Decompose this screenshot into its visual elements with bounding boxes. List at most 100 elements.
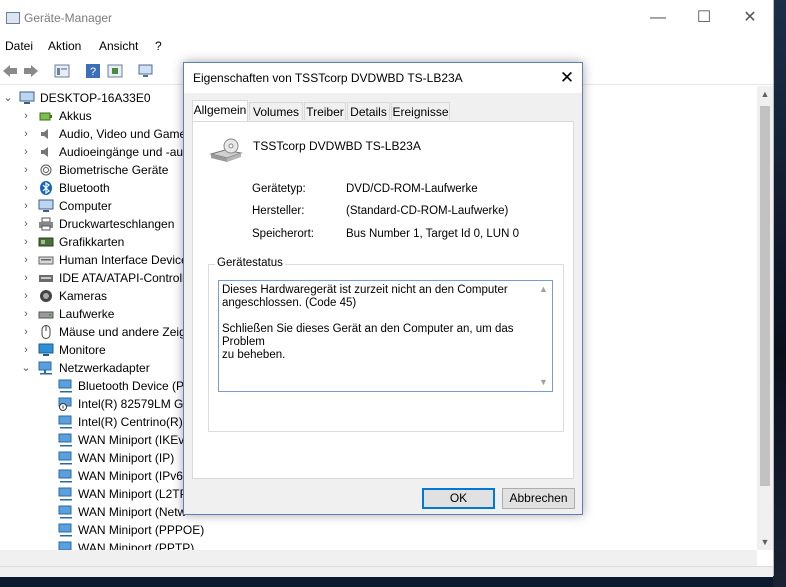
network-adapter-icon: [58, 469, 72, 483]
device-manager-icon: [6, 12, 20, 24]
status-bar: [0, 566, 773, 577]
tab-ereignisse[interactable]: Ereignisse: [391, 102, 450, 120]
scroll-up-icon[interactable]: ▲: [757, 86, 773, 102]
display-adapter-icon: [38, 237, 54, 247]
tree-child-label: WAN Miniport (IPv6: [78, 469, 183, 483]
tab-volumes[interactable]: Volumes: [249, 102, 303, 120]
device-status-group: Gerätestatus Dieses Hardwaregerät ist zu…: [208, 257, 564, 432]
mouse-icon: [41, 325, 51, 339]
chevron-right-icon[interactable]: ›: [21, 287, 31, 305]
tree-child-label: Intel(R) Centrino(R) A: [78, 415, 194, 429]
tree-item-label: Bluetooth: [59, 181, 110, 195]
tab-details[interactable]: Details: [347, 102, 390, 120]
chevron-right-icon[interactable]: ›: [21, 233, 31, 251]
tree-item-label: Akkus: [59, 109, 92, 123]
menu-datei[interactable]: Datei: [5, 39, 33, 53]
device-status-textbox[interactable]: Dieses Hardwaregerät ist zurzeit nicht a…: [218, 280, 553, 392]
tree-item-label: Computer: [59, 199, 112, 213]
update-driver-icon[interactable]: [106, 62, 124, 80]
computer-icon: [19, 91, 35, 104]
fingerprint-icon: [40, 164, 52, 176]
manufacturer-value: (Standard-CD-ROM-Laufwerke): [346, 205, 509, 217]
chevron-right-icon[interactable]: ›: [21, 269, 31, 287]
chevron-right-icon[interactable]: ›: [21, 125, 31, 143]
tree-item-label: Audioeingänge und -au: [59, 145, 184, 159]
network-adapter-disabled-icon: [58, 397, 72, 411]
tree-item-label: Mäuse und andere Zeig: [59, 325, 186, 339]
scroll-down-icon[interactable]: ▼: [539, 377, 548, 387]
tree-item-label: Kameras: [59, 289, 108, 303]
close-button[interactable]: ✕: [727, 0, 773, 36]
bluetooth-icon: [40, 181, 52, 195]
menu-aktion[interactable]: Aktion: [48, 39, 81, 53]
chevron-down-icon[interactable]: ⌄: [3, 89, 13, 107]
network-adapter-icon: [58, 487, 72, 501]
chevron-right-icon[interactable]: ›: [21, 323, 31, 341]
chevron-right-icon[interactable]: ›: [21, 341, 31, 359]
scroll-up-icon[interactable]: ▲: [539, 284, 548, 294]
chevron-right-icon[interactable]: ›: [21, 215, 31, 233]
device-status-text: Dieses Hardwaregerät ist zurzeit nicht a…: [222, 284, 514, 361]
minimize-button[interactable]: —: [635, 0, 681, 36]
network-adapter-icon: [58, 523, 72, 537]
scan-hardware-icon[interactable]: [137, 62, 155, 80]
manufacturer-label: Hersteller:: [252, 205, 305, 217]
computer-icon: [38, 199, 54, 212]
tab-treiber[interactable]: Treiber: [304, 102, 346, 120]
horizontal-scrollbar[interactable]: [0, 550, 757, 566]
properties-dialog: Eigenschaften von TSSTcorp DVDWBD TS-LB2…: [183, 62, 583, 515]
tree-child-label: WAN Miniport (IP): [78, 451, 175, 465]
tree-item-label: Audio, Video und Game: [59, 127, 187, 141]
scrollbar-thumb[interactable]: [760, 106, 770, 486]
forward-arrow-icon[interactable]: [22, 62, 40, 80]
chevron-right-icon[interactable]: ›: [21, 161, 31, 179]
chevron-right-icon[interactable]: ›: [21, 143, 31, 161]
dialog-title-bar: Eigenschaften von TSSTcorp DVDWBD TS-LB2…: [184, 63, 582, 93]
menu-help[interactable]: ?: [155, 39, 162, 53]
chevron-right-icon[interactable]: ›: [21, 179, 31, 197]
menu-ansicht[interactable]: Ansicht: [99, 39, 138, 53]
properties-view-icon[interactable]: [53, 62, 71, 80]
device-type-value: DVD/CD-ROM-Laufwerke: [346, 183, 478, 195]
tree-item-label: Grafikkarten: [59, 235, 125, 249]
tree-item-label: Druckwarteschlangen: [59, 217, 175, 231]
chevron-right-icon[interactable]: ›: [21, 251, 31, 269]
battery-icon: [39, 112, 52, 121]
tree-child-label: WAN Miniport (Netw: [78, 505, 187, 519]
general-tab-panel: TSSTcorp DVDWBD TS-LB23A Gerätetyp: DVD/…: [192, 121, 574, 479]
dialog-close-button[interactable]: ✕: [552, 63, 582, 93]
network-adapter-icon: [58, 379, 72, 393]
speaker-icon: [41, 129, 48, 139]
dvd-drive-icon: [209, 138, 243, 162]
status-scrollbar[interactable]: ▲ ▼: [536, 281, 552, 391]
device-name: TSSTcorp DVDWBD TS-LB23A: [253, 139, 421, 153]
tab-allgemein[interactable]: Allgemein: [192, 100, 248, 121]
device-type-label: Gerätetyp:: [252, 183, 306, 195]
title-bar: Geräte-Manager — ☐ ✕: [0, 0, 773, 36]
help-icon[interactable]: ?: [84, 62, 102, 80]
tree-item-label: Laufwerke: [59, 307, 115, 321]
back-arrow-icon[interactable]: [1, 62, 19, 80]
printer-icon: [39, 217, 53, 231]
vertical-scrollbar[interactable]: ▲ ▼: [757, 86, 773, 550]
chevron-right-icon[interactable]: ›: [21, 197, 31, 215]
network-icon: [38, 361, 52, 375]
location-label: Speicherort:: [252, 228, 315, 240]
network-adapter-icon: [58, 541, 72, 550]
chevron-right-icon[interactable]: ›: [21, 107, 31, 125]
scroll-down-icon[interactable]: ▼: [757, 534, 773, 550]
network-adapter-icon: [58, 415, 72, 429]
ok-button[interactable]: OK: [422, 488, 495, 509]
menu-bar: Datei Aktion Ansicht ?: [0, 36, 773, 57]
camera-icon: [40, 290, 52, 302]
cancel-button[interactable]: Abbrechen: [502, 488, 575, 509]
chevron-down-icon[interactable]: ⌄: [21, 359, 31, 377]
chevron-right-icon[interactable]: ›: [21, 305, 31, 323]
monitor-icon: [38, 343, 54, 356]
maximize-button[interactable]: ☐: [681, 0, 727, 36]
desktop-background: [773, 0, 786, 587]
dialog-title: Eigenschaften von TSSTcorp DVDWBD TS-LB2…: [193, 71, 463, 85]
network-adapter-icon: [58, 505, 72, 519]
network-adapter-icon: [58, 433, 72, 447]
speaker-icon: [41, 147, 48, 157]
